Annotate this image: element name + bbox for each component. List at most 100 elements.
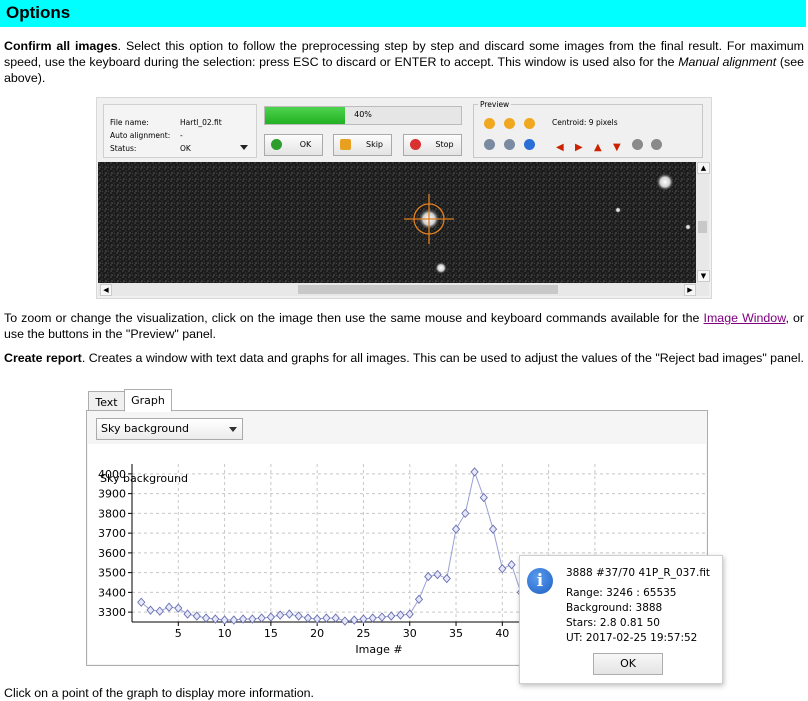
data-point[interactable] — [322, 613, 331, 623]
x-axis-label: Image # — [355, 643, 402, 656]
zoom-text: To zoom or change the visualization, cli… — [4, 311, 704, 325]
zoom-in-sun-icon[interactable] — [524, 118, 535, 129]
point-range: Range: 3246 : 65535 — [566, 587, 677, 599]
data-point[interactable] — [303, 613, 313, 623]
arrow-down-icon[interactable]: ▼ — [613, 143, 621, 153]
status-dropdown-icon[interactable] — [240, 145, 248, 150]
data-point[interactable] — [146, 605, 155, 615]
data-point[interactable] — [220, 615, 229, 625]
vertical-scrollbar[interactable]: ▲ ▼ — [696, 162, 710, 283]
data-point[interactable] — [461, 508, 470, 519]
data-point[interactable] — [285, 609, 294, 619]
data-point[interactable] — [294, 611, 303, 621]
data-point[interactable] — [368, 613, 377, 623]
data-point[interactable] — [498, 563, 507, 574]
scroll-up-icon[interactable]: ▲ — [697, 162, 710, 174]
arrow-right-icon[interactable]: ▶ — [575, 143, 583, 153]
preview-title: Preview — [478, 100, 512, 109]
data-point[interactable] — [164, 602, 174, 612]
y-tick-label: 3600 — [98, 547, 126, 560]
stop-button[interactable]: Stop — [403, 134, 462, 156]
zoom-fit-icon[interactable] — [484, 118, 495, 129]
arrow-left-icon[interactable]: ◀ — [556, 143, 564, 153]
vertical-scroll-thumb[interactable] — [698, 221, 707, 233]
data-point[interactable] — [433, 569, 442, 580]
plus-icon[interactable] — [632, 139, 643, 150]
file-name-label: File name: — [110, 118, 149, 127]
zoom-out-sun-icon[interactable] — [504, 118, 515, 129]
star-field-image[interactable] — [98, 162, 696, 283]
zoom-out-icon[interactable] — [504, 139, 515, 150]
stop-button-label: Stop — [435, 140, 454, 149]
horizontal-scroll-thumb[interactable] — [298, 285, 558, 294]
data-point[interactable] — [155, 606, 164, 616]
progress-bar: 40% — [264, 106, 462, 125]
x-tick-label: 5 — [175, 627, 182, 640]
image-window-link[interactable]: Image Window — [704, 311, 786, 325]
confirm-images-term: Confirm all images — [4, 39, 118, 53]
create-report-paragraph: Create report. Creates a window with tex… — [4, 350, 804, 366]
data-point[interactable] — [405, 609, 414, 619]
data-point[interactable] — [424, 571, 433, 582]
auto-alignment-label: Auto alignment: — [110, 131, 171, 140]
info-icon: i — [527, 568, 553, 594]
data-point[interactable] — [350, 615, 359, 625]
create-report-term: Create report — [4, 351, 82, 365]
data-point[interactable] — [174, 603, 183, 613]
x-tick-label: 20 — [310, 627, 324, 640]
data-point[interactable] — [507, 560, 516, 570]
x-tick-label: 40 — [495, 627, 509, 640]
x-tick-label: 10 — [218, 627, 232, 640]
point-stars: Stars: 2.8 0.81 50 — [566, 617, 660, 629]
data-point[interactable] — [442, 573, 451, 584]
y-tick-label: 3900 — [98, 488, 126, 501]
data-point[interactable] — [451, 524, 461, 534]
y-tick-label: 3500 — [98, 567, 126, 580]
data-point[interactable] — [387, 611, 396, 621]
skip-button[interactable]: Skip — [333, 134, 392, 156]
data-point[interactable] — [137, 597, 146, 607]
stop-icon — [410, 139, 421, 150]
data-point[interactable] — [470, 467, 479, 477]
data-point[interactable] — [377, 612, 387, 622]
tab-text-label: Text — [95, 396, 118, 409]
scroll-right-icon[interactable]: ▶ — [684, 284, 696, 296]
zoom-in-icon[interactable] — [484, 139, 495, 150]
dialog-ok-button[interactable]: OK — [593, 653, 663, 675]
data-point[interactable] — [488, 524, 498, 534]
data-point[interactable] — [257, 613, 266, 623]
data-point[interactable] — [192, 611, 201, 621]
section-title: Options — [6, 3, 71, 22]
data-point[interactable] — [266, 612, 275, 622]
data-point[interactable] — [414, 594, 424, 604]
data-point[interactable] — [331, 613, 340, 623]
y-tick-label: 4000 — [98, 468, 126, 481]
progress-text: 40% — [354, 110, 372, 119]
ok-button[interactable]: OK — [264, 134, 323, 156]
skip-button-label: Skip — [365, 140, 383, 149]
tab-graph[interactable]: Graph — [124, 389, 172, 412]
y-tick-label: 3800 — [98, 507, 126, 520]
tab-text[interactable]: Text — [88, 391, 125, 412]
point-background: Background: 3888 — [566, 602, 663, 614]
minus-icon[interactable] — [651, 139, 662, 150]
data-point[interactable] — [183, 609, 192, 619]
zoom-paragraph: To zoom or change the visualization, cli… — [4, 310, 804, 342]
scroll-down-icon[interactable]: ▼ — [697, 270, 710, 282]
arrow-up-icon[interactable]: ▲ — [594, 143, 602, 153]
data-point[interactable] — [479, 492, 488, 503]
data-point[interactable] — [229, 615, 238, 625]
create-report-text: . Creates a window with text data and gr… — [81, 351, 804, 365]
point-ut: UT: 2017-02-25 19:57:52 — [566, 632, 698, 644]
horizontal-scrollbar[interactable]: ◀ ▶ — [98, 283, 709, 296]
preview-panel: Preview Centroid: 9 pixels ◀ ▶ ▲ ▼ — [473, 100, 703, 158]
scroll-left-icon[interactable]: ◀ — [100, 284, 112, 296]
data-point[interactable] — [201, 613, 211, 623]
y-tick-label: 3400 — [98, 586, 126, 599]
confirm-images-paragraph: Confirm all images. Select this option t… — [4, 38, 804, 86]
graph-selector[interactable]: Sky background — [96, 418, 243, 440]
help-icon[interactable] — [524, 139, 535, 150]
x-tick-label: 30 — [403, 627, 417, 640]
chevron-down-icon — [229, 427, 237, 432]
data-point[interactable] — [340, 616, 350, 626]
